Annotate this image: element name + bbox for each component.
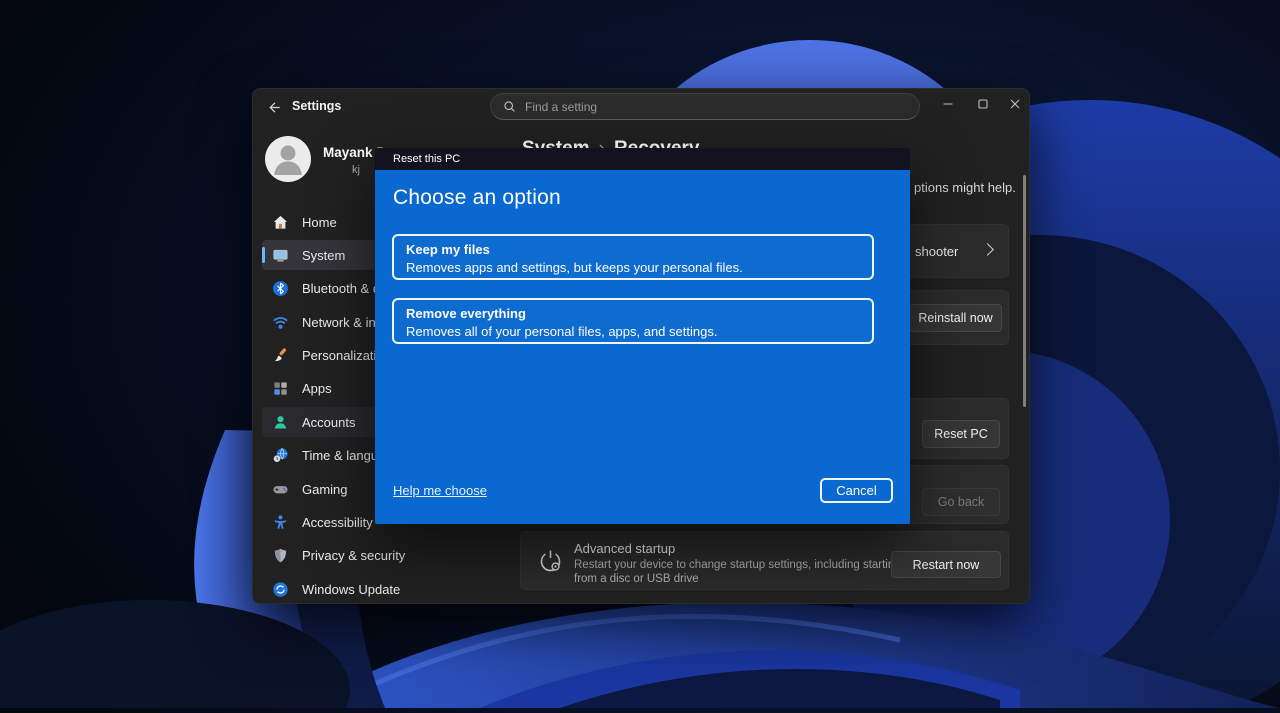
option-title: Remove everything	[406, 305, 860, 323]
option-title: Keep my files	[406, 241, 860, 259]
back-button[interactable]	[266, 99, 282, 115]
accounts-icon	[271, 413, 289, 431]
bluetooth-icon	[271, 279, 289, 297]
accessibility-icon	[271, 513, 289, 531]
recovery-intro-text: ptions might help.	[914, 180, 1016, 195]
dialog-heading: Choose an option	[393, 186, 561, 210]
search-placeholder: Find a setting	[525, 100, 597, 114]
option-keep-my-files[interactable]: Keep my files Removes apps and settings,…	[392, 234, 874, 280]
minimize-button[interactable]	[940, 96, 956, 112]
user-email-fragment: kj	[352, 164, 360, 176]
sidebar-item-label: System	[302, 248, 345, 263]
search-icon	[503, 100, 516, 113]
avatar[interactable]	[265, 136, 311, 182]
system-icon	[271, 246, 289, 264]
sidebar-item-privacy-security[interactable]: Privacy & security	[262, 540, 502, 570]
advanced-startup-icon	[537, 548, 564, 580]
scrollbar[interactable]	[1023, 175, 1026, 407]
maximize-icon	[977, 98, 989, 110]
advanced-startup-title: Advanced startup	[574, 541, 675, 556]
home-icon	[271, 213, 289, 231]
close-button[interactable]	[1007, 96, 1023, 112]
person-icon	[265, 136, 311, 182]
advanced-startup-desc-line2: from a disc or USB drive	[574, 573, 901, 587]
app-title: Settings	[292, 99, 341, 113]
network-icon	[271, 313, 289, 331]
option-remove-everything[interactable]: Remove everything Removes all of your pe…	[392, 298, 874, 344]
sidebar-item-label: Apps	[302, 381, 332, 396]
troubleshooter-label: shooter	[915, 244, 958, 259]
cancel-button[interactable]: Cancel	[820, 478, 893, 503]
reset-this-pc-dialog: Reset this PC Choose an option Keep my f…	[375, 148, 910, 524]
gaming-icon	[271, 480, 289, 498]
sidebar-item-windows-update[interactable]: Windows Update	[262, 574, 502, 604]
go-back-button[interactable]: Go back	[922, 488, 1000, 516]
dialog-title: Reset this PC	[393, 153, 460, 165]
privacy-icon	[271, 546, 289, 564]
time-language-icon	[271, 446, 289, 464]
sidebar-item-label: Accounts	[302, 415, 355, 430]
desktop: { "wallpaper": { "theme": "windows-11-da…	[0, 0, 1280, 708]
sidebar-item-label: Gaming	[302, 482, 348, 497]
sidebar-item-label: Home	[302, 215, 337, 230]
sidebar-item-label: Windows Update	[302, 582, 400, 597]
option-description: Removes apps and settings, but keeps you…	[406, 259, 860, 276]
sidebar-item-label: Privacy & security	[302, 548, 405, 563]
close-icon	[1009, 98, 1021, 110]
apps-icon	[271, 379, 289, 397]
search-input[interactable]: Find a setting	[490, 93, 920, 120]
advanced-startup-desc-line1: Restart your device to change startup se…	[574, 559, 901, 573]
advanced-startup-card: Advanced startup Restart your device to …	[520, 531, 1009, 590]
windows-update-icon	[271, 580, 289, 598]
personalization-icon	[271, 346, 289, 364]
minimize-icon	[942, 98, 954, 110]
back-arrow-icon	[267, 100, 282, 115]
dialog-titlebar: Reset this PC	[375, 148, 910, 170]
reinstall-now-button[interactable]: Reinstall now	[909, 304, 1002, 332]
sidebar-item-label: Accessibility	[302, 515, 373, 530]
advanced-startup-description: Restart your device to change startup se…	[574, 559, 901, 586]
help-me-choose-link[interactable]: Help me choose	[393, 483, 487, 498]
maximize-button[interactable]	[975, 96, 991, 112]
chevron-right-icon	[981, 243, 994, 256]
reset-pc-button[interactable]: Reset PC	[922, 420, 1000, 448]
restart-now-button[interactable]: Restart now	[891, 551, 1001, 578]
option-description: Removes all of your personal files, apps…	[406, 323, 860, 340]
